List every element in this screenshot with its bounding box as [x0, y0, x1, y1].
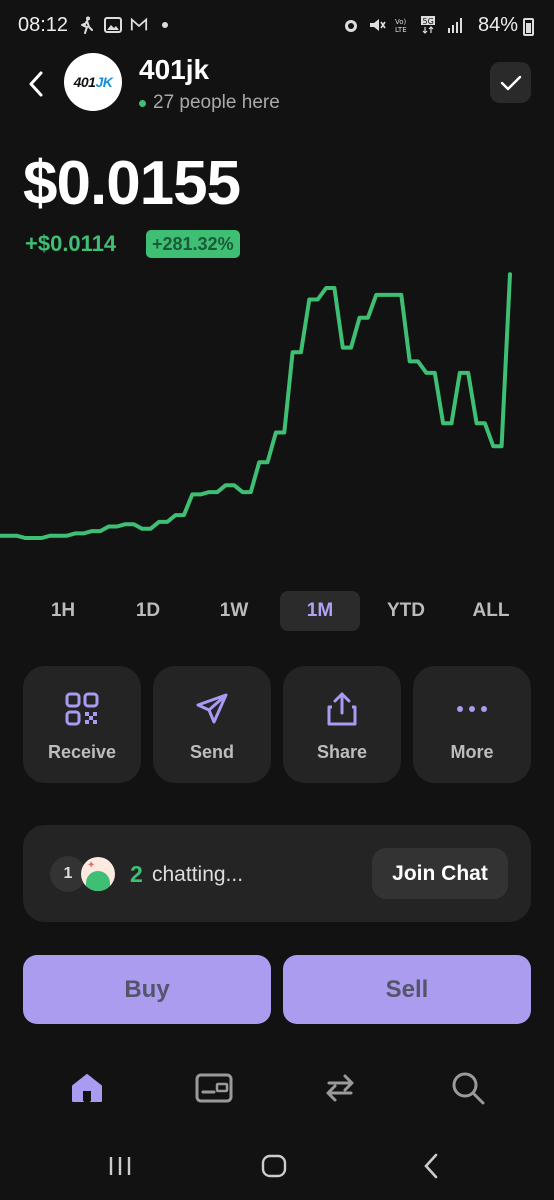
- android-home-button[interactable]: [254, 1148, 294, 1184]
- token-name: 401jk: [139, 54, 210, 85]
- battery-level: 84%: [477, 14, 518, 36]
- send-label: Send: [189, 742, 234, 762]
- share-icon: [323, 690, 361, 728]
- search-icon: [452, 1072, 485, 1105]
- logo-text-b: JK: [95, 74, 113, 90]
- android-back-button[interactable]: [411, 1148, 451, 1184]
- price-chart[interactable]: [0, 270, 554, 560]
- home-button-icon: [261, 1154, 287, 1178]
- 5g-icon: 5G: [420, 16, 438, 34]
- recents-icon: [109, 1157, 131, 1175]
- price-change: +$0.0114: [25, 231, 117, 256]
- receive-label: Receive: [47, 742, 117, 762]
- svg-text:5G: 5G: [423, 17, 434, 26]
- more-button[interactable]: More: [413, 666, 531, 783]
- timeframe-1m[interactable]: 1M: [280, 591, 360, 631]
- tab-home[interactable]: [65, 1066, 109, 1110]
- people-here: 27 people here: [139, 92, 280, 114]
- more-icon: [453, 690, 491, 728]
- timeframe-1w[interactable]: 1W: [194, 591, 274, 631]
- check-icon: [500, 75, 521, 90]
- chatting-label: chatting...: [152, 863, 244, 886]
- status-bar: 08:12 Vo) LTE 5G 84%: [0, 0, 554, 52]
- sparkle-icon: ✦: [87, 860, 96, 871]
- price-line: [0, 272, 512, 540]
- send-icon: [193, 690, 231, 728]
- swap-icon: [326, 1074, 354, 1102]
- signal-icon: [446, 16, 464, 34]
- share-button[interactable]: Share: [283, 666, 401, 783]
- back-icon: [424, 1153, 438, 1179]
- people-here-label: 27 people here: [153, 92, 280, 113]
- home-icon: [72, 1074, 102, 1102]
- status-time: 08:12: [18, 14, 69, 36]
- sell-button[interactable]: Sell: [283, 955, 531, 1024]
- wallet-icon: [195, 1073, 233, 1103]
- send-button[interactable]: Send: [153, 666, 271, 783]
- buy-button[interactable]: Buy: [23, 955, 271, 1024]
- image-icon: [104, 16, 122, 34]
- mail-icon: [130, 16, 148, 34]
- join-chat-button[interactable]: Join Chat: [372, 848, 508, 899]
- battery-icon: [523, 18, 534, 36]
- timeframe-all[interactable]: ALL: [451, 591, 531, 631]
- walk-icon: [78, 16, 96, 34]
- svg-text:Vo): Vo): [395, 18, 407, 26]
- watchlist-check-button[interactable]: [490, 62, 531, 103]
- more-label: More: [450, 742, 494, 762]
- timeframe-ytd[interactable]: YTD: [366, 591, 446, 631]
- share-label: Share: [316, 742, 368, 762]
- logo-text-a: 401: [73, 74, 96, 90]
- qr-code-icon: [63, 690, 101, 728]
- token-price: $0.0155: [23, 149, 241, 218]
- chat-bar[interactable]: 1 ✦ 2 chatting... Join Chat: [23, 825, 531, 922]
- alarm-icon: [342, 16, 360, 34]
- mute-icon: [368, 16, 386, 34]
- chatting-count: 2: [130, 861, 143, 887]
- volte-icon: Vo) LTE: [394, 16, 412, 34]
- tab-search[interactable]: [446, 1066, 490, 1110]
- receive-button[interactable]: Receive: [23, 666, 141, 783]
- price-change-badge: +281.32%: [146, 230, 240, 258]
- dot-icon: [156, 16, 174, 34]
- chatter-avatar: ✦: [81, 857, 115, 891]
- tab-swap[interactable]: [318, 1066, 362, 1110]
- tab-wallet[interactable]: [192, 1066, 236, 1110]
- token-logo: 401 JK: [64, 53, 122, 111]
- chevron-left-icon: [29, 71, 43, 97]
- svg-text:LTE: LTE: [395, 26, 407, 34]
- timeframe-1d[interactable]: 1D: [108, 591, 188, 631]
- timeframe-1h[interactable]: 1H: [23, 591, 103, 631]
- online-dot-icon: [139, 99, 146, 107]
- back-button[interactable]: [20, 66, 52, 102]
- android-recents-button[interactable]: [100, 1148, 140, 1184]
